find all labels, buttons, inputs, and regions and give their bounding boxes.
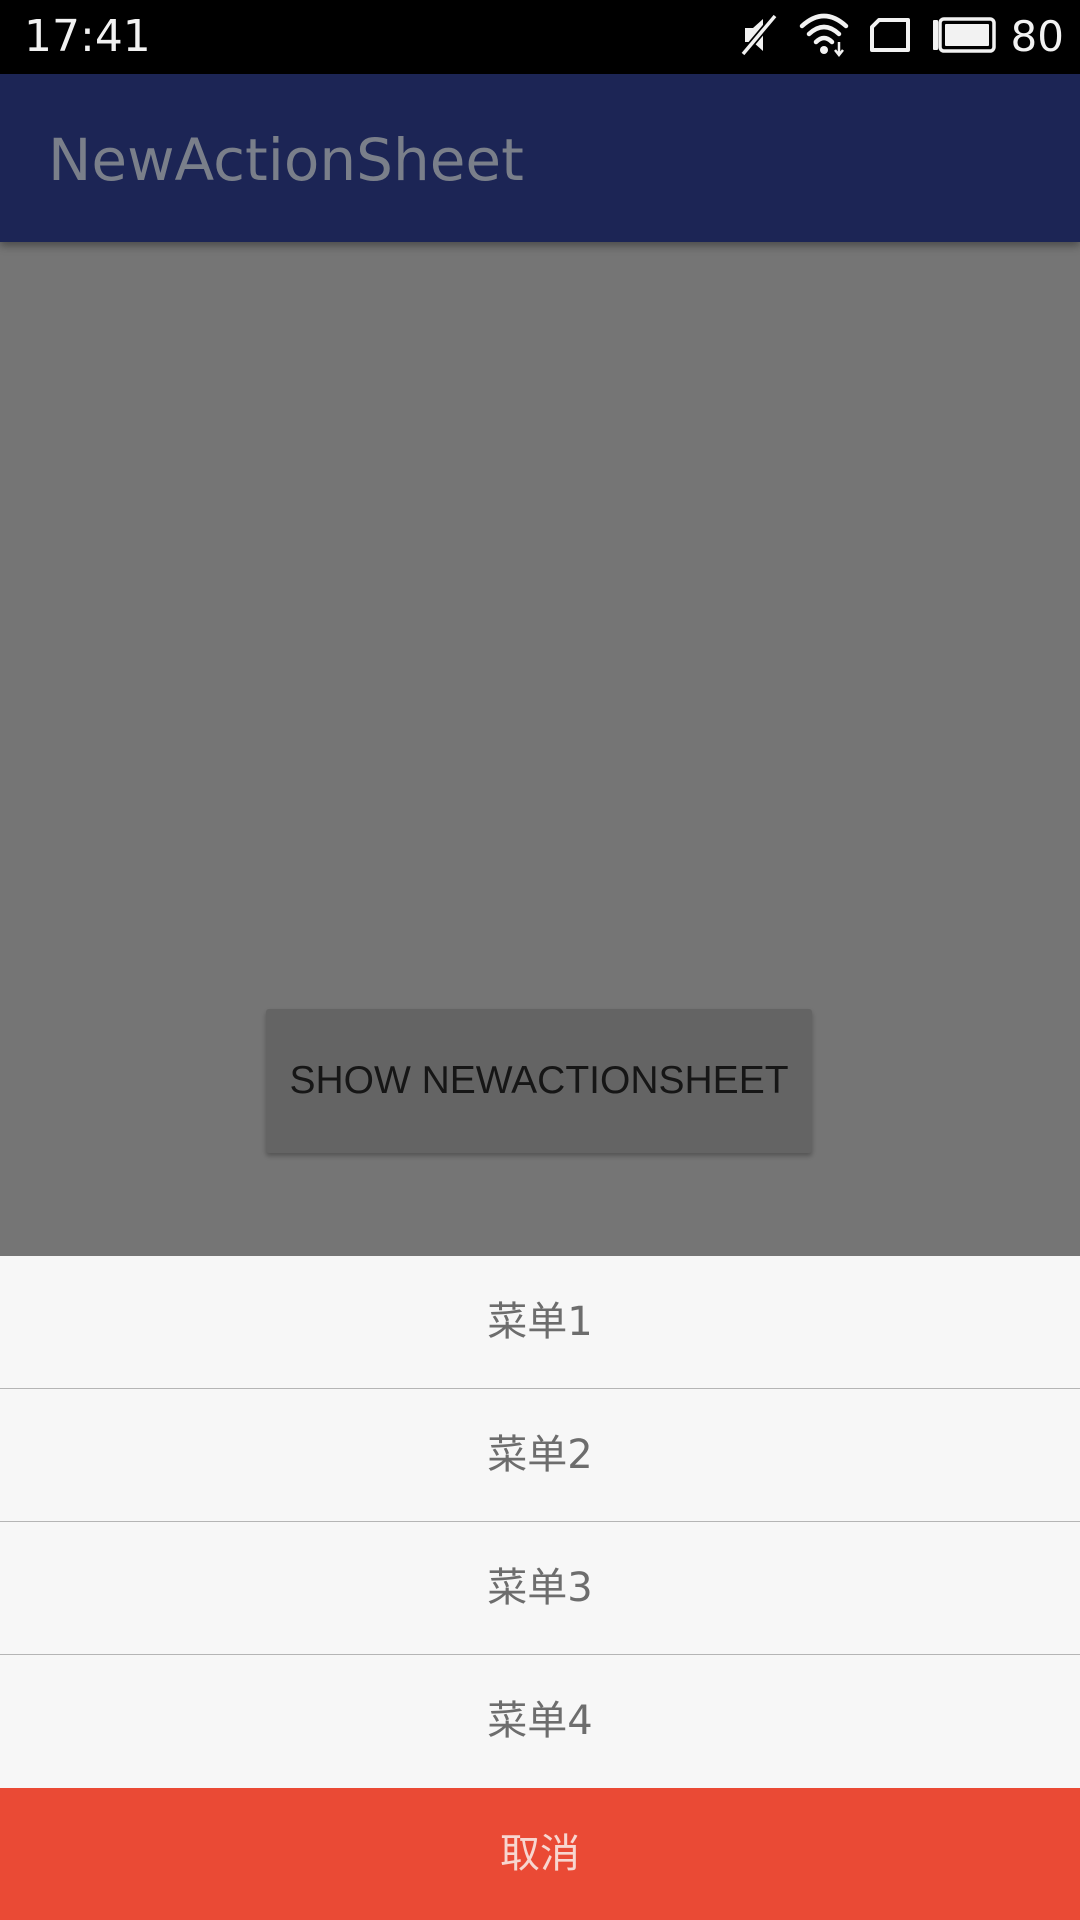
sim-card-icon: [869, 17, 911, 57]
battery-icon: [931, 17, 997, 57]
status-icons: 80: [719, 12, 1064, 62]
action-sheet-item[interactable]: 菜单2: [0, 1389, 1080, 1522]
action-sheet: 菜单1 菜单2 菜单3 菜单4 取消: [0, 1256, 1080, 1920]
status-bar: 17:41 80: [0, 0, 1080, 74]
main-content: SHOW NEWACTIONSHEET: [0, 242, 1080, 1256]
screen: 17:41 80 NewActionSheet SHOW NEWACTIONSH…: [0, 0, 1080, 1920]
cancel-button[interactable]: 取消: [0, 1788, 1080, 1920]
action-sheet-item[interactable]: 菜单1: [0, 1256, 1080, 1389]
mute-icon: [739, 12, 779, 62]
show-action-sheet-button[interactable]: SHOW NEWACTIONSHEET: [266, 1009, 812, 1153]
app-bar: NewActionSheet: [0, 74, 1080, 242]
action-sheet-item[interactable]: 菜单4: [0, 1655, 1080, 1788]
wifi-icon: [799, 12, 849, 62]
action-sheet-item[interactable]: 菜单3: [0, 1522, 1080, 1655]
battery-level: 80: [1010, 12, 1064, 61]
app-title: NewActionSheet: [48, 126, 524, 194]
status-time: 17:41: [24, 11, 151, 62]
